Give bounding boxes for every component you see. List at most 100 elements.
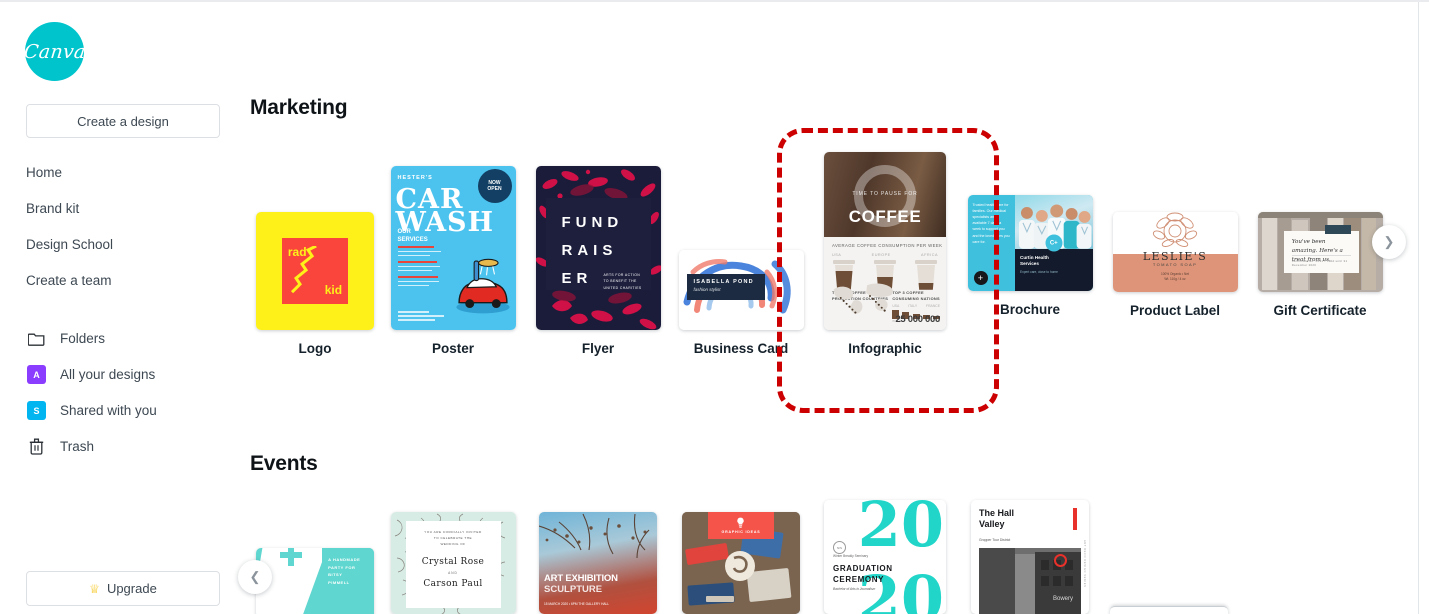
template-card-flyer[interactable]: FUND RAIS ER ARTS FOR ACTION TO BENEFIT … bbox=[533, 166, 663, 356]
productlabel-wreath-illustration bbox=[1152, 212, 1198, 248]
template-thumbnail[interactable]: LESLIE'S TOMATO SOAP 100% Organic • Net … bbox=[1112, 212, 1238, 292]
all-designs-icon-glyph: A bbox=[33, 369, 40, 380]
sidebar-item-create-a-team[interactable]: Create a team bbox=[26, 273, 112, 288]
template-thumbnail[interactable]: A HANDMADE PARTY FOR BITSY PIMMELL bbox=[256, 548, 374, 614]
event-teal-line-3: BITSY bbox=[328, 572, 343, 578]
sidebar-item-design-school[interactable]: Design School bbox=[26, 237, 113, 252]
template-card-poster[interactable]: NOW OPEN HESTER'S CAR WASH OUR SERVICES bbox=[388, 166, 518, 356]
sidebar-item-home[interactable]: Home bbox=[26, 165, 62, 180]
fundraiser-word-2: RAIS bbox=[561, 242, 618, 259]
sidebar-item-all-your-designs[interactable]: A All your designs bbox=[27, 365, 155, 384]
marketing-next-button[interactable]: ❯ bbox=[1372, 225, 1406, 259]
event-hall-sub: Gropper Tour District bbox=[979, 538, 1011, 542]
chevron-left-icon: ❮ bbox=[249, 569, 261, 584]
brochure-plus-icon: + bbox=[973, 271, 988, 285]
template-card-business-card[interactable]: ISABELLA POND fashion stylist Business C… bbox=[676, 250, 806, 356]
template-card-event-5[interactable]: 20 20 N/S Winter Breakly Seminary GRADUA… bbox=[820, 500, 950, 614]
event-graduation-sub: Bachelor of Arts in Journalism bbox=[833, 586, 876, 591]
events-prev-button[interactable]: ❮ bbox=[238, 560, 272, 594]
brochure-badge: C+ bbox=[1045, 234, 1063, 252]
trash-icon bbox=[27, 437, 46, 456]
template-thumbnail[interactable]: NOW OPEN HESTER'S CAR WASH OUR SERVICES bbox=[390, 166, 516, 330]
giftcertificate-fine-print: Certificate No. 0031 • Valid until 31 De… bbox=[1291, 254, 1351, 267]
template-card-event-4[interactable]: GRAPHIC IDEAS bbox=[676, 512, 806, 614]
template-card-product-label[interactable]: LESLIE'S TOMATO SOAP 100% Organic • Net … bbox=[1110, 212, 1240, 318]
event-hall-title-1: The Hall bbox=[979, 508, 1015, 518]
template-card-label: Product Label bbox=[1129, 303, 1220, 318]
template-card-label: Flyer bbox=[581, 341, 615, 356]
template-thumbnail[interactable]: Trusted health care for families. Our me… bbox=[967, 195, 1093, 291]
carwash-car-illustration bbox=[455, 258, 510, 314]
upgrade-button-label: Upgrade bbox=[106, 581, 157, 596]
template-card-event-6[interactable]: The Hall Valley Gropper Tour District AR… bbox=[965, 500, 1095, 614]
template-card-infographic[interactable]: TIME TO PAUSE FOR COFFEE AVERAGE COFFEE … bbox=[820, 152, 950, 356]
template-thumbnail[interactable]: FUND RAIS ER ARTS FOR ACTION TO BENEFIT … bbox=[535, 166, 661, 330]
window-top-border bbox=[0, 0, 1429, 2]
event-hall-title-2: Valley bbox=[979, 518, 1005, 529]
sidebar-item-folders[interactable]: Folders bbox=[27, 329, 105, 348]
event-art-title-2: SCULPTURE bbox=[544, 584, 603, 595]
template-card-gift-certificate[interactable]: You've been amazing. Here's a treat from… bbox=[1255, 212, 1385, 318]
template-card-label: Logo bbox=[298, 341, 332, 356]
template-thumbnail[interactable]: The Hall Valley Gropper Tour District AR… bbox=[971, 500, 1089, 614]
businesscard-role: fashion stylist bbox=[693, 286, 721, 292]
template-card-event-2[interactable]: YOU ARE CORDIALLY INVITED TO CELEBRATE T… bbox=[388, 512, 518, 614]
sidebar-item-label: Trash bbox=[60, 439, 95, 454]
template-card-label: Business Card bbox=[693, 341, 789, 356]
infographic-country: ITALY bbox=[908, 304, 918, 309]
event-wedding-and: AND bbox=[448, 570, 458, 575]
template-thumbnail[interactable]: ISABELLA POND fashion stylist bbox=[678, 250, 804, 330]
giftcertificate-card: You've been amazing. Here's a treat from… bbox=[1283, 225, 1359, 273]
crown-icon: ♕ bbox=[89, 581, 100, 596]
sidebar-item-label: All your designs bbox=[60, 367, 156, 382]
infographic-region: EUROPE bbox=[871, 252, 891, 257]
template-thumbnail[interactable]: You've been amazing. Here's a treat from… bbox=[1257, 212, 1383, 292]
sidebar-link-label: Home bbox=[26, 165, 63, 180]
event-graduation-title-2: CEREMONY bbox=[833, 574, 885, 584]
sidebar-item-trash[interactable]: Trash bbox=[27, 437, 94, 456]
giftcertificate-line-1: You've been bbox=[1291, 239, 1326, 246]
carwash-badge-line2: OPEN bbox=[487, 186, 502, 192]
template-thumbnail[interactable]: rad kid bbox=[256, 212, 374, 330]
event-art-meta: 15 MARCH 2020 • 6PM THE GALLERY HALL bbox=[544, 601, 610, 606]
sidebar-link-label: Create a team bbox=[26, 273, 112, 288]
template-card-brochure[interactable]: Trusted health care for families. Our me… bbox=[965, 195, 1095, 317]
sidebar-item-brand-kit[interactable]: Brand kit bbox=[26, 201, 79, 216]
event-teal-cross-icon bbox=[280, 548, 302, 566]
template-thumbnail[interactable]: 20 20 N/S Winter Breakly Seminary GRADUA… bbox=[824, 500, 946, 614]
sidebar: Canva Create a design Home Brand kit Des… bbox=[0, 0, 240, 614]
infographic-kicker: TIME TO PAUSE FOR bbox=[852, 191, 918, 198]
template-card-logo[interactable]: rad kid Logo bbox=[250, 212, 380, 356]
canva-logo[interactable]: Canva bbox=[22, 22, 87, 81]
brochure-footer: Curtin Health Services Expert care, clos… bbox=[1015, 248, 1093, 291]
folder-icon bbox=[27, 329, 46, 348]
template-thumbnail-partial[interactable] bbox=[1110, 606, 1228, 614]
sidebar-item-label: Folders bbox=[60, 331, 106, 346]
event-teal-line-2: PARTY FOR bbox=[328, 564, 356, 570]
sidebar-item-shared-with-you[interactable]: S Shared with you bbox=[27, 401, 157, 420]
carwash-services-line2: SERVICES bbox=[397, 237, 428, 244]
businesscard-name: ISABELLA POND bbox=[693, 278, 754, 285]
event-hall-photo-label: Bowery bbox=[1053, 596, 1073, 602]
logo-wordmark: Canva bbox=[22, 40, 87, 63]
carwash-services-line1: OUR bbox=[397, 229, 411, 235]
sidebar-link-label: Brand kit bbox=[26, 201, 80, 216]
event-wedding-name-2: Carson Paul bbox=[423, 578, 483, 589]
infographic-countries: USA ITALY FRANCE bbox=[892, 304, 940, 308]
brochure-tagline: Expert care, close to home bbox=[1020, 270, 1058, 275]
productlabel-product: TOMATO SOAP bbox=[1152, 262, 1198, 268]
upgrade-button[interactable]: ♕ Upgrade bbox=[26, 571, 220, 606]
template-card-event-3[interactable]: ART EXHIBITION SCULPTURE 15 MARCH 2020 •… bbox=[533, 512, 663, 614]
template-thumbnail[interactable]: TIME TO PAUSE FOR COFFEE AVERAGE COFFEE … bbox=[824, 152, 946, 330]
event-graphic-badge: GRAPHIC IDEAS bbox=[707, 512, 775, 539]
template-thumbnail[interactable]: GRAPHIC IDEAS bbox=[682, 512, 800, 614]
main-content: Marketing rad kid Logo NOW OPEN HESTER'S… bbox=[238, 0, 1429, 614]
all-designs-icon: A bbox=[27, 365, 46, 384]
template-thumbnail[interactable]: ART EXHIBITION SCULPTURE 15 MARCH 2020 •… bbox=[539, 512, 657, 614]
productlabel-artwork: LESLIE'S TOMATO SOAP 100% Organic • Net … bbox=[1112, 212, 1238, 292]
event-graphic-badge-text: GRAPHIC IDEAS bbox=[721, 529, 761, 534]
carwash-footer bbox=[397, 311, 450, 323]
create-a-design-button[interactable]: Create a design bbox=[26, 104, 220, 138]
template-thumbnail[interactable]: YOU ARE CORDIALLY INVITED TO CELEBRATE T… bbox=[390, 512, 516, 614]
shared-icon: S bbox=[27, 401, 46, 420]
